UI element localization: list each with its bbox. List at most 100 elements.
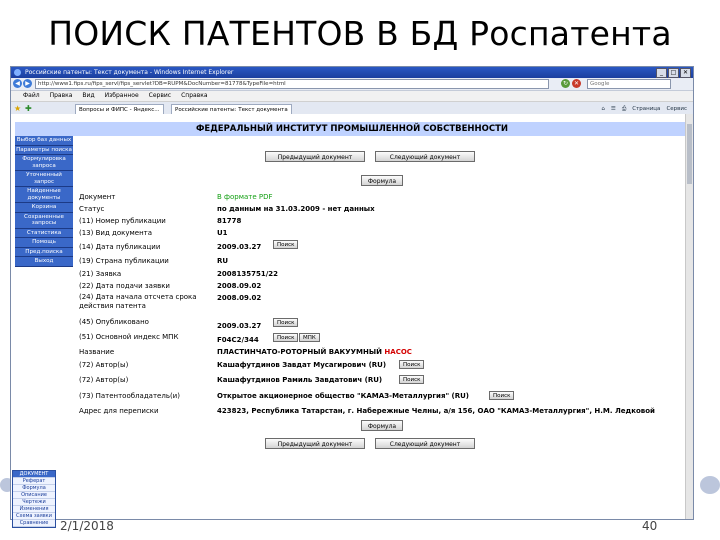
field-value: Открытое акционерное общество "КАМАЗ-Мет…	[217, 392, 469, 400]
add-favorites-icon[interactable]: ✚	[25, 104, 32, 113]
field-label: Статус	[79, 205, 105, 213]
field-patent-holder: (73) Патентообладатель(и) Открытое акцио…	[79, 391, 679, 401]
field-label: (73) Патентообладатель(и)	[79, 392, 180, 400]
doclink-changes[interactable]: Изменения	[13, 506, 55, 513]
field-value: Кашафутдинов Рамиль Завдатович (RU)	[217, 376, 383, 384]
doclink-document[interactable]: ДОКУМЕНТ	[13, 471, 55, 478]
field-value: 2008.09.02	[217, 294, 262, 302]
field-label: (22) Дата подачи заявки	[79, 282, 170, 290]
field-label: (51) Основной индекс МПК	[79, 333, 179, 341]
sidebar-item-query[interactable]: Формулировка запроса	[15, 155, 73, 171]
field-value: по данным на 31.03.2009 - нет данных	[217, 205, 375, 213]
favorites-star-icon[interactable]: ★	[14, 104, 21, 113]
tools-menu[interactable]: Сервис	[666, 104, 687, 114]
sidebar-item-refined-query[interactable]: Уточненный запрос	[15, 171, 73, 187]
minimize-button[interactable]: _	[656, 68, 667, 78]
menu-view[interactable]: Вид	[82, 91, 94, 101]
sidebar-item-statistics[interactable]: Статистика	[15, 228, 73, 238]
field-value: 2009.03.27	[217, 322, 262, 330]
doclink-scheme[interactable]: Схема заявки	[13, 513, 55, 520]
scrollbar-thumb[interactable]	[687, 124, 692, 184]
doclink-abstract[interactable]: Реферат	[13, 478, 55, 485]
refresh-button[interactable]: ↻	[561, 79, 570, 88]
field-label: Документ	[79, 193, 116, 201]
ipc-button[interactable]: МПК	[299, 333, 320, 342]
formula-button-bottom[interactable]: Формула	[361, 420, 403, 431]
search-button-holder[interactable]: Поиск	[489, 391, 515, 400]
page-content: ФЕДЕРАЛЬНЫЙ ИНСТИТУТ ПРОМЫШЛЕННОЙ СОБСТВ…	[11, 114, 685, 519]
menu-file[interactable]: Файл	[23, 91, 40, 101]
formula-button-top[interactable]: Формула	[361, 175, 403, 186]
field-application: (21) Заявка 2008135751/22	[79, 269, 679, 279]
slide-date: 2/1/2018	[60, 519, 114, 533]
sidebar-item-prev-search[interactable]: Пред.поиска	[15, 247, 73, 257]
sidebar-item-saved-queries[interactable]: Сохраненные запросы	[15, 212, 73, 229]
field-label: (19) Страна публикации	[79, 257, 169, 265]
sidebar-item-exit[interactable]: Выход	[15, 257, 73, 267]
field-status: Статус по данным на 31.03.2009 - нет дан…	[79, 204, 679, 214]
feeds-icon[interactable]: ☰	[611, 104, 616, 114]
field-value: U1	[217, 229, 228, 237]
sidebar-item-help[interactable]: Помощь	[15, 238, 73, 248]
search-button-pub-date[interactable]: Поиск	[273, 240, 299, 249]
sidebar-item-databases[interactable]: Выбор баз данных	[15, 136, 73, 146]
field-label: (45) Опубликовано	[79, 318, 149, 326]
menu-tools[interactable]: Сервис	[149, 91, 171, 101]
field-ipc: (51) Основной индекс МПК F04C2/344	[79, 332, 679, 344]
url-field[interactable]: http://www1.fips.ru/fips_servl/fips_serv…	[35, 79, 549, 89]
doclink-drawings[interactable]: Чертежи	[13, 499, 55, 506]
field-pub-date: (14) Дата публикации 2009.03.27	[79, 242, 679, 252]
next-doc-button-bottom[interactable]: Следующий документ	[375, 438, 475, 449]
search-button-ipc[interactable]: Поиск	[273, 333, 299, 342]
doclink-claims[interactable]: Формула	[13, 485, 55, 492]
sidebar-item-search-params[interactable]: Параметры поиска	[15, 145, 73, 155]
print-icon[interactable]: ⎙	[622, 104, 626, 114]
page-menu[interactable]: Страница	[632, 104, 660, 114]
menu-edit[interactable]: Правка	[50, 91, 73, 101]
prev-doc-button-bottom[interactable]: Предыдущий документ	[265, 438, 365, 449]
field-author-1: (72) Автор(ы) Кашафутдинов Завдат Мусаги…	[79, 360, 679, 370]
field-value: 423823, Республика Татарстан, г. Набереж…	[217, 407, 655, 415]
search-button-published[interactable]: Поиск	[273, 318, 299, 327]
sidebar-item-found-docs[interactable]: Найденные документы	[15, 187, 73, 203]
field-label: (14) Дата публикации	[79, 243, 161, 251]
back-button[interactable]: ◀	[13, 79, 22, 88]
field-published: (45) Опубликовано 2009.03.27	[79, 317, 679, 330]
field-value: RU	[217, 257, 229, 265]
menu-help[interactable]: Справка	[181, 91, 207, 101]
field-label: (11) Номер публикации	[79, 217, 166, 225]
field-value: ПЛАСТИНЧАТО-РОТОРНЫЙ ВАКУУМНЫЙ НАСОС	[217, 347, 412, 357]
doclink-description[interactable]: Описание	[13, 492, 55, 499]
field-value: 2008135751/22	[217, 270, 279, 278]
search-input[interactable]: Google	[587, 79, 671, 89]
field-value: 2009.03.27	[217, 243, 262, 251]
sidebar: Выбор баз данных Параметры поиска Формул…	[15, 136, 73, 267]
prev-doc-button[interactable]: Предыдущий документ	[265, 151, 365, 162]
search-button-author-2[interactable]: Поиск	[399, 375, 425, 384]
menu-bar: Файл Правка Вид Избранное Сервис Справка	[11, 91, 693, 102]
field-value: Кашафутдинов Завдат Мусагирович (RU)	[217, 361, 387, 369]
field-title: Название ПЛАСТИНЧАТО-РОТОРНЫЙ ВАКУУМНЫЙ …	[79, 347, 679, 357]
forward-button[interactable]: ▶	[23, 79, 32, 88]
home-icon[interactable]: ⌂	[601, 104, 605, 114]
field-address: Адрес для переписки 423823, Республика Т…	[79, 406, 679, 416]
search-button-author-1[interactable]: Поиск	[399, 360, 425, 369]
stop-button[interactable]: ✕	[572, 79, 581, 88]
field-label: (72) Автор(ы)	[79, 361, 129, 369]
command-bar: ⌂ ☰ ⎙ Страница Сервис	[601, 104, 687, 114]
field-pub-number: (11) Номер публикации 81778	[79, 216, 679, 226]
doclink-compare[interactable]: Сравнение	[13, 520, 55, 527]
next-doc-button[interactable]: Следующий документ	[375, 151, 475, 162]
menu-favorites[interactable]: Избранное	[105, 91, 139, 101]
field-label: (72) Автор(ы)	[79, 376, 129, 384]
vertical-scrollbar[interactable]	[685, 114, 693, 519]
sidebar-item-basket[interactable]: Корзина	[15, 203, 73, 213]
pdf-link[interactable]: В формате PDF	[217, 192, 273, 202]
ie-logo-icon	[14, 69, 21, 76]
title-text: ПЛАСТИНЧАТО-РОТОРНЫЙ ВАКУУМНЫЙ	[217, 348, 382, 356]
close-button[interactable]: ✕	[680, 68, 691, 78]
window-title: Российские патенты: Текст документа - Wi…	[25, 69, 234, 76]
field-doc-kind: (13) Вид документа U1	[79, 228, 679, 238]
maximize-button[interactable]: □	[668, 68, 679, 78]
field-country: (19) Страна публикации RU	[79, 256, 679, 266]
